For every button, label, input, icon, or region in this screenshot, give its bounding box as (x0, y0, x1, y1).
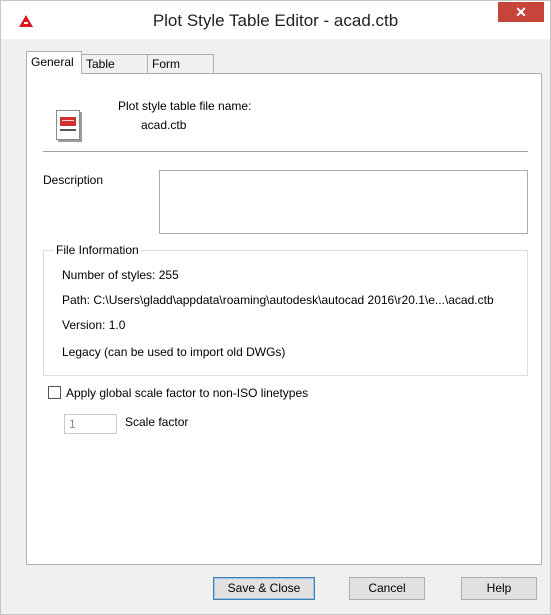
version-text: Version: 1.0 (62, 318, 126, 332)
scale-factor-label: Scale factor (125, 415, 189, 429)
file-information-group: File Information Number of styles: 255 P… (43, 243, 528, 376)
file-name-label: Plot style table file name: (118, 99, 252, 113)
legacy-text: Legacy (can be used to import old DWGs) (62, 345, 286, 359)
tab-general[interactable]: General (26, 51, 82, 74)
scale-factor-input[interactable] (64, 414, 117, 434)
help-button[interactable]: Help (461, 577, 537, 600)
description-textarea[interactable] (159, 170, 528, 234)
cancel-button[interactable]: Cancel (349, 577, 425, 600)
file-name-value: acad.ctb (141, 118, 187, 132)
apply-scale-label[interactable]: Apply global scale factor to non-ISO lin… (66, 386, 308, 400)
plot-style-table-editor-dialog: Plot Style Table Editor - acad.ctb ✕ Gen… (0, 0, 551, 615)
tab-table-view[interactable]: Table View (81, 54, 148, 90)
separator-line (43, 151, 528, 152)
tab-form-view[interactable]: Form View (147, 54, 214, 90)
window-title: Plot Style Table Editor - acad.ctb (152, 11, 399, 30)
close-button[interactable]: ✕ (498, 2, 544, 22)
title-bar[interactable]: Plot Style Table Editor - acad.ctb ✕ (1, 1, 550, 39)
number-of-styles-text: Number of styles: 255 (62, 268, 179, 282)
plot-style-file-icon (56, 110, 80, 140)
apply-scale-checkbox[interactable] (48, 386, 61, 399)
description-label: Description (43, 173, 104, 187)
file-path-text: Path: C:\Users\gladd\appdata\roaming\aut… (62, 293, 494, 307)
save-close-button[interactable]: Save & Close (213, 577, 315, 600)
general-tab-panel: Plot style table file name: acad.ctb Des… (26, 73, 542, 565)
file-information-title: File Information (54, 243, 141, 257)
